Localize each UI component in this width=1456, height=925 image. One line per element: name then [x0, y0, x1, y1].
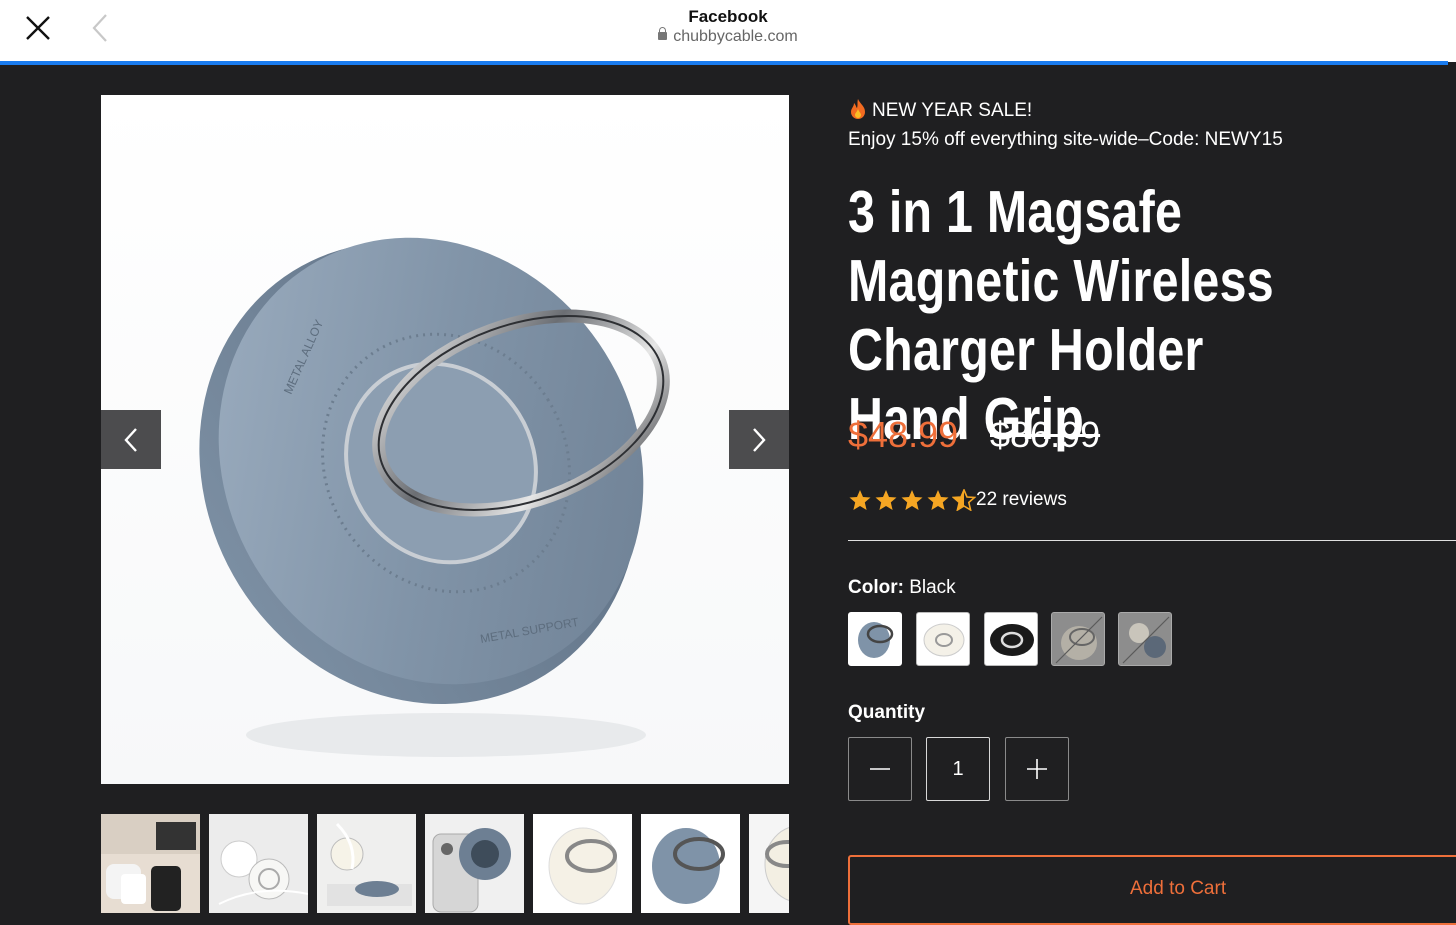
original-price: $86.99: [990, 414, 1101, 455]
swatch-black[interactable]: [848, 612, 902, 666]
quantity-input[interactable]: 1: [926, 737, 990, 801]
star-icon: [875, 490, 897, 510]
chevron-left-icon: [124, 427, 137, 452]
swatch-black-silver[interactable]: [984, 612, 1038, 666]
thumbnail-1[interactable]: [101, 814, 200, 913]
product-title: 3 in 1 Magsafe Magnetic Wireless Charger…: [848, 179, 1274, 452]
rating-stars: [848, 489, 976, 511]
quantity-increase-button[interactable]: [1005, 737, 1069, 801]
browser-url: chubbycable.com: [0, 27, 1456, 46]
thumbnail-6[interactable]: [641, 814, 740, 913]
thumbnail-5[interactable]: [533, 814, 632, 913]
star-icon: [849, 490, 871, 510]
quantity-label: Quantity: [848, 702, 926, 723]
add-to-cart-button[interactable]: Add to Cart: [848, 855, 1456, 925]
sale-banner: NEW YEAR SALE!: [848, 98, 1032, 122]
sale-price: $48.99: [848, 414, 959, 455]
url-text: chubbycable.com: [673, 28, 798, 45]
reviews-link[interactable]: 22 reviews: [976, 489, 1067, 511]
thumbnail-4[interactable]: [425, 814, 524, 913]
browser-title: Facebook: [688, 7, 768, 26]
divider: [848, 540, 1456, 541]
gallery-next-button[interactable]: [729, 410, 789, 469]
promo-text: Enjoy 15% off everything site-wide–Code:…: [848, 129, 1283, 150]
star-icon: [901, 490, 923, 510]
thumbnail-2[interactable]: [209, 814, 308, 913]
page-load-progress: [0, 61, 1448, 65]
star-icon: [927, 490, 949, 510]
thumbnail-7[interactable]: [749, 814, 789, 913]
star-half-icon: [952, 489, 976, 511]
color-label: Color: Black: [848, 577, 956, 599]
swatch-sold-out-2[interactable]: [1118, 612, 1172, 666]
product-main-image: METAL ALLOY METAL SUPPORT: [101, 95, 789, 784]
swatch-sold-out-1[interactable]: [1051, 612, 1105, 666]
browser-toolbar: Facebook chubbycable.com: [0, 0, 1456, 62]
quantity-decrease-button[interactable]: [848, 737, 912, 801]
minus-icon: [870, 768, 890, 770]
gallery-prev-button[interactable]: [101, 410, 161, 469]
color-label-key: Color:: [848, 577, 904, 598]
sale-banner-text: NEW YEAR SALE!: [872, 100, 1033, 121]
fire-icon: [848, 98, 868, 120]
color-value: Black: [909, 577, 956, 598]
swatch-white[interactable]: [916, 612, 970, 666]
chevron-right-icon: [753, 427, 766, 452]
thumbnail-strip: [101, 813, 789, 918]
shadow: [246, 713, 646, 757]
lock-icon: [658, 27, 668, 40]
plus-icon: [1027, 759, 1047, 779]
thumbnail-3[interactable]: [317, 814, 416, 913]
